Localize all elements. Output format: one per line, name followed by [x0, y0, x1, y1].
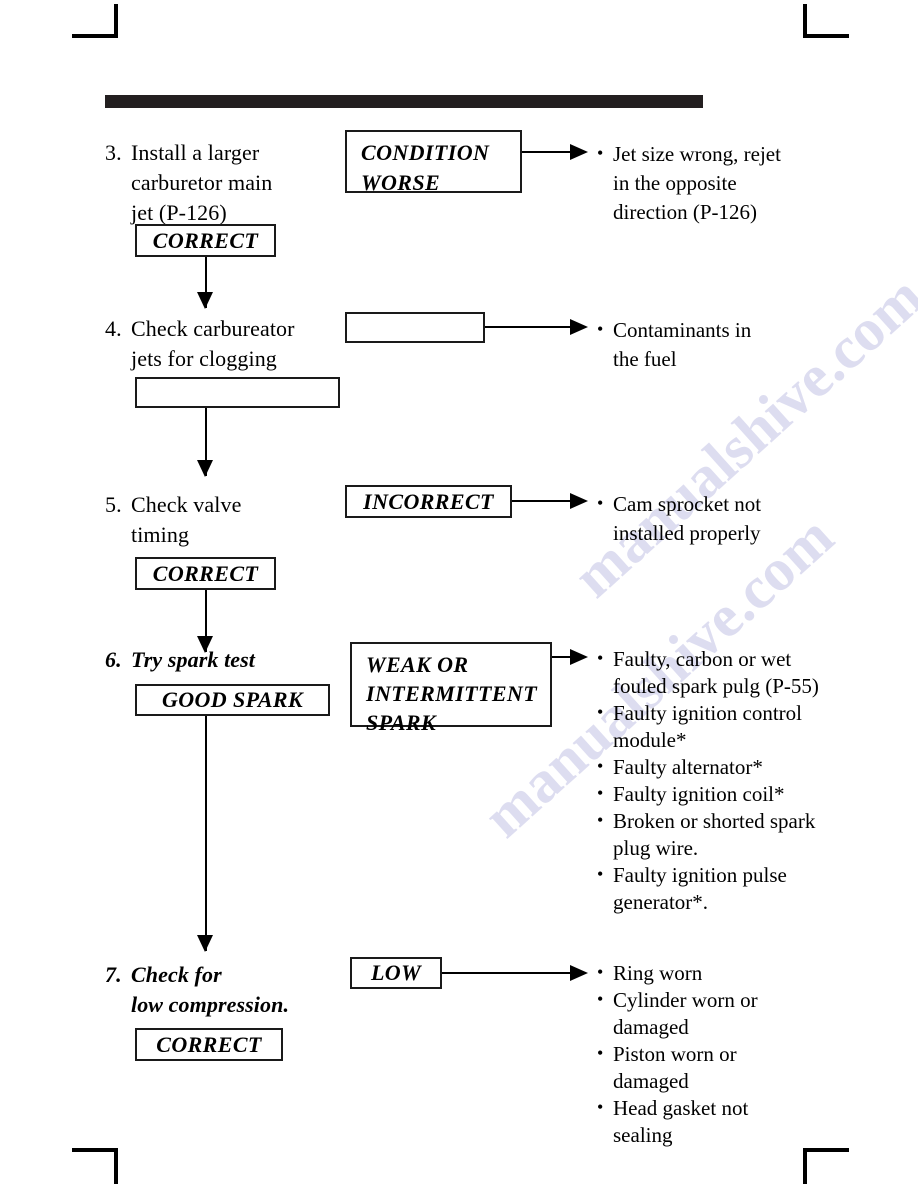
step-5-line2: timing — [131, 522, 190, 547]
list-item: Faulty ignition pulse generator*. — [595, 861, 820, 916]
step-7-line1: Check for — [131, 962, 222, 987]
list-item: Piston worn or damaged — [595, 1040, 800, 1095]
arrow-right-branch-5-icon — [570, 493, 588, 509]
connector-branch-5 — [512, 500, 572, 502]
cause-list-step-7: Ring worn Cylinder worn or damaged Pisto… — [595, 959, 800, 1149]
document-page: manualshive.com manualshive.com 3. Instal… — [0, 0, 918, 1188]
step-6-number: 6. — [105, 647, 122, 672]
connector-branch-3 — [522, 151, 572, 153]
step-6-line1: Try spark test — [131, 647, 256, 672]
step-5-number: 5. — [105, 492, 122, 517]
list-item: Cylinder worn or damaged — [595, 986, 800, 1041]
step-3-line2: carburetor main — [131, 170, 273, 195]
step-3-label: 3. Install a larger carburetor main jet (P-… — [105, 138, 272, 228]
connector-branch-6 — [552, 656, 572, 658]
step-5-label: 5. Check valve timing — [105, 490, 241, 550]
list-item: Faulty ignition control module* — [595, 699, 820, 754]
arrow-right-branch-4-icon — [570, 319, 588, 335]
step-7-number: 7. — [105, 962, 122, 987]
list-item: Ring worn — [595, 959, 800, 987]
connector-branch-4 — [485, 326, 572, 328]
step-6-label: 6. Try spark test — [105, 645, 255, 675]
branch-box-weak-line2: INTERMITTENT — [366, 681, 538, 706]
crop-mark-top-left-icon — [72, 4, 118, 38]
step-7-label: 7. Check for low compression. — [105, 960, 289, 1020]
cause-list-step-5: Cam sprocket not installed properly — [595, 489, 805, 548]
branch-box-condition-worse-line1: CONDITION — [361, 140, 490, 165]
connector-branch-7 — [442, 972, 572, 974]
branch-box-low[interactable]: LOW — [350, 957, 442, 989]
branch-box-step-4-empty[interactable] — [345, 312, 485, 343]
step-3-number: 3. — [105, 140, 122, 165]
result-box-step-4-empty[interactable] — [135, 377, 340, 408]
result-box-step-7[interactable]: CORRECT — [135, 1028, 283, 1061]
arrow-right-branch-3-icon — [570, 144, 588, 160]
arrow-down-step3-icon — [197, 292, 213, 309]
list-item: Cam sprocket not installed properly — [595, 489, 805, 548]
branch-box-incorrect[interactable]: INCORRECT — [345, 485, 512, 518]
list-item: Faulty ignition coil* — [595, 780, 820, 808]
step-5-line1: Check valve — [131, 492, 242, 517]
branch-box-condition-worse-line2: WORSE — [361, 170, 441, 195]
list-item: Jet size wrong, rejet in the opposite di… — [595, 139, 795, 227]
branch-box-weak-spark[interactable]: WEAK OR INTERMITTENT SPARK — [350, 642, 552, 735]
branch-box-weak-line3: SPARK — [366, 710, 437, 735]
step-4-line1: Check carbureator — [131, 316, 295, 341]
crop-mark-top-right-icon — [803, 4, 849, 38]
step-3-line1: Install a larger — [131, 140, 260, 165]
step-7-line2: low compression. — [131, 992, 290, 1017]
cause-list-step-6: Faulty, carbon or wet fouled spark pulg … — [595, 645, 820, 916]
branch-box-condition-worse[interactable]: CONDITION WORSE — [345, 130, 522, 195]
arrow-right-branch-7-icon — [570, 965, 588, 981]
result-box-step-5[interactable]: CORRECT — [135, 557, 276, 590]
step-4-line2: jets for clogging — [131, 346, 277, 371]
watermark-text: manualshive.com — [560, 262, 918, 610]
step-4-label: 4. Check carbureator jets for clogging — [105, 314, 295, 374]
list-item: Broken or shorted spark plug wire. — [595, 807, 820, 862]
crop-mark-bottom-left-icon — [72, 1148, 118, 1184]
step-3-line3: jet (P-126) — [131, 200, 227, 225]
result-box-step-6[interactable]: GOOD SPARK — [135, 684, 330, 716]
list-item: Head gasket not sealing — [595, 1094, 800, 1149]
cause-list-step-4: Contaminants in the fuel — [595, 315, 810, 374]
cause-list-step-3: Jet size wrong, rejet in the opposite di… — [595, 139, 795, 227]
list-item: Faulty, carbon or wet fouled spark pulg … — [595, 645, 820, 700]
header-rule — [105, 95, 703, 108]
result-box-step-3[interactable]: CORRECT — [135, 224, 276, 257]
arrow-down-step6-icon — [197, 935, 213, 952]
arrow-right-branch-6-icon — [570, 649, 588, 665]
branch-box-weak-line1: WEAK OR — [366, 652, 469, 677]
list-item: Faulty alternator* — [595, 753, 820, 781]
crop-mark-bottom-right-icon — [803, 1148, 849, 1184]
connector-step6-to-step7 — [205, 716, 207, 951]
list-item: Contaminants in the fuel — [595, 315, 810, 374]
step-4-number: 4. — [105, 316, 122, 341]
arrow-down-step4-icon — [197, 460, 213, 477]
